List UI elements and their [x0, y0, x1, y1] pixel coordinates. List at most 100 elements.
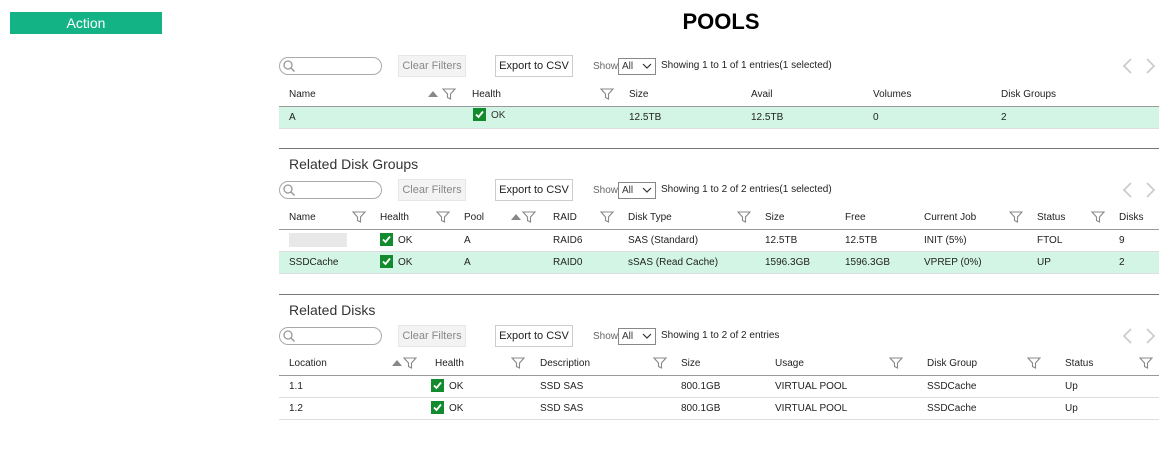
chevron-left-icon[interactable]: [1121, 57, 1135, 75]
chevron-left-icon[interactable]: [1121, 181, 1135, 199]
col-header-icons: [511, 357, 525, 369]
export-csv-button[interactable]: Export to CSV: [495, 179, 573, 201]
sort-up-icon[interactable]: [510, 211, 522, 223]
table-row[interactable]: 1.2 OK SSD SAS 800.1GB VIRTUAL POOL SSDC…: [279, 397, 1159, 420]
action-button[interactable]: Action: [10, 12, 162, 34]
section-title: Related Disk Groups: [289, 156, 419, 172]
cell-free: 1596.3GB: [835, 251, 914, 274]
cell-description: SSD SAS: [530, 397, 671, 420]
col-header-label: Health: [435, 357, 464, 369]
col-header-icons: [427, 88, 456, 100]
export-csv-button[interactable]: Export to CSV: [495, 325, 573, 347]
col-header-label: Description: [540, 357, 591, 369]
table-row[interactable]: A 12.5TB 12.5TB 0 2: [279, 106, 1159, 129]
filter-icon[interactable]: [737, 211, 751, 223]
filter-icon[interactable]: [352, 211, 366, 223]
filter-icon[interactable]: [600, 211, 614, 223]
col-header-icons: [1091, 211, 1105, 223]
filter-icon[interactable]: [436, 211, 450, 223]
cell-size: 1596.3GB: [755, 251, 835, 274]
col-header-name[interactable]: Name: [279, 83, 462, 107]
chevron-right-icon[interactable]: [1143, 181, 1157, 199]
col-header-size[interactable]: Size: [755, 206, 835, 230]
filter-icon[interactable]: [889, 357, 903, 369]
col-header-avail[interactable]: Avail: [741, 83, 863, 107]
col-header-location[interactable]: Location: [279, 352, 425, 376]
cell-disk-type: SAS (Standard): [618, 229, 755, 252]
filter-icon[interactable]: [1091, 211, 1105, 223]
cell-name: SSDCache: [279, 251, 370, 274]
table-row[interactable]: SSDCache OK A RAID0 sSAS (Read Cache) 15…: [279, 251, 1159, 274]
disk-groups-toolbar: Clear Filters Export to CSV Show All Sho…: [279, 179, 1159, 203]
col-header-status[interactable]: Status: [1027, 206, 1109, 230]
col-header-status[interactable]: Status: [1055, 352, 1159, 376]
col-header-current-job[interactable]: Current Job: [914, 206, 1027, 230]
clear-filters-button[interactable]: Clear Filters: [398, 325, 466, 347]
cell-name: [279, 229, 370, 252]
filter-icon[interactable]: [653, 357, 667, 369]
health-label: OK: [398, 256, 413, 268]
clear-filters-button[interactable]: Clear Filters: [398, 55, 466, 77]
col-header-icons: [600, 211, 614, 223]
cell-disk-group: SSDCache: [917, 375, 1055, 398]
col-header-disk-type[interactable]: Disk Type: [618, 206, 755, 230]
filter-icon[interactable]: [1009, 211, 1023, 223]
export-csv-button[interactable]: Export to CSV: [495, 55, 573, 77]
col-header-icons: [600, 88, 614, 100]
col-header-health[interactable]: Health: [370, 206, 454, 230]
section-title: Related Disks: [289, 302, 376, 318]
filter-icon[interactable]: [1139, 357, 1153, 369]
col-header-size[interactable]: Size: [619, 83, 741, 107]
show-select[interactable]: All: [618, 328, 656, 345]
col-header-label: Status: [1037, 211, 1066, 223]
filter-icon[interactable]: [600, 88, 614, 100]
show-select[interactable]: All: [618, 58, 656, 75]
cell-location: 1.2: [279, 397, 425, 420]
chevron-right-icon[interactable]: [1143, 327, 1157, 345]
col-header-icons: [653, 357, 667, 369]
chevron-left-icon[interactable]: [1121, 327, 1135, 345]
redacted-name: [289, 233, 347, 247]
col-header-label: Name: [289, 88, 316, 100]
filter-icon[interactable]: [522, 211, 536, 223]
col-header-icons: [510, 211, 536, 223]
col-header-name[interactable]: Name: [279, 206, 370, 230]
col-header-raid[interactable]: RAID: [543, 206, 618, 230]
sort-up-icon[interactable]: [427, 88, 439, 100]
filter-icon[interactable]: [403, 357, 417, 369]
col-header-health[interactable]: Health: [462, 83, 619, 107]
col-header-size[interactable]: Size: [671, 352, 765, 376]
cell-current-job: VPREP (0%): [914, 251, 1027, 274]
filter-icon[interactable]: [441, 88, 456, 100]
sort-up-icon[interactable]: [391, 357, 403, 369]
col-header-usage[interactable]: Usage: [765, 352, 917, 376]
cell-usage: VIRTUAL POOL: [765, 397, 917, 420]
col-header-pool[interactable]: Pool: [454, 206, 543, 230]
disks-toolbar: Clear Filters Export to CSV Show All Sho…: [279, 325, 1159, 349]
pager: [1119, 181, 1159, 201]
col-header-label: Avail: [751, 88, 773, 100]
chevron-right-icon[interactable]: [1143, 57, 1157, 75]
col-header-label: Size: [629, 88, 649, 100]
show-label: Show: [593, 61, 619, 72]
cell-description: SSD SAS: [530, 375, 671, 398]
showing-entries: Showing 1 to 1 of 1 entries(1 selected): [661, 60, 832, 71]
clear-filters-button[interactable]: Clear Filters: [398, 179, 466, 201]
col-header-disk-group[interactable]: Disk Group: [917, 352, 1055, 376]
col-header-label: Volumes: [873, 88, 912, 100]
col-header-disks[interactable]: Disks: [1109, 206, 1159, 230]
showing-entries: Showing 1 to 2 of 2 entries(1 selected): [661, 184, 832, 195]
filter-icon[interactable]: [511, 357, 525, 369]
filter-icon[interactable]: [1027, 357, 1041, 369]
cell-size: 12.5TB: [755, 229, 835, 252]
col-header-volumes[interactable]: Volumes: [863, 83, 991, 107]
show-select[interactable]: All: [618, 182, 656, 199]
col-header-description[interactable]: Description: [530, 352, 671, 376]
show-select-value: All: [622, 331, 634, 342]
col-header-health[interactable]: Health: [425, 352, 530, 376]
table-row[interactable]: OK A RAID6 SAS (Standard) 12.5TB 12.5TB …: [279, 229, 1159, 252]
check-icon: [431, 378, 444, 392]
col-header-disk-groups[interactable]: Disk Groups: [991, 83, 1159, 107]
col-header-free[interactable]: Free: [835, 206, 914, 230]
table-row[interactable]: 1.1 OK SSD SAS 800.1GB VIRTUAL POOL SSDC…: [279, 375, 1159, 398]
